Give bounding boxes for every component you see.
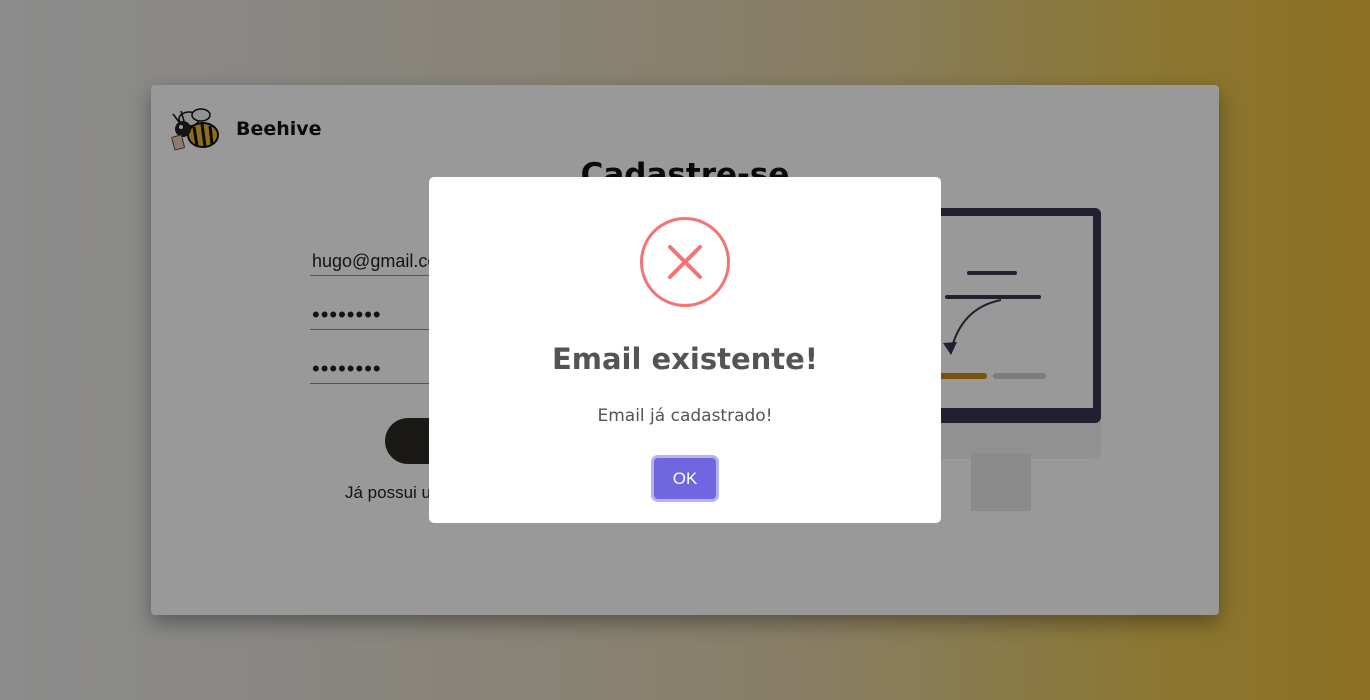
- dialog-message: Email já cadastrado!: [597, 406, 773, 426]
- dialog-title: Email existente!: [551, 342, 819, 376]
- error-dialog: Email existente! Email já cadastrado! OK: [429, 177, 941, 523]
- page-background: Beehive Cadastre-se Cadastrar Já possui …: [0, 0, 1370, 700]
- ok-button[interactable]: OK: [654, 458, 716, 499]
- error-x-icon: [640, 217, 730, 307]
